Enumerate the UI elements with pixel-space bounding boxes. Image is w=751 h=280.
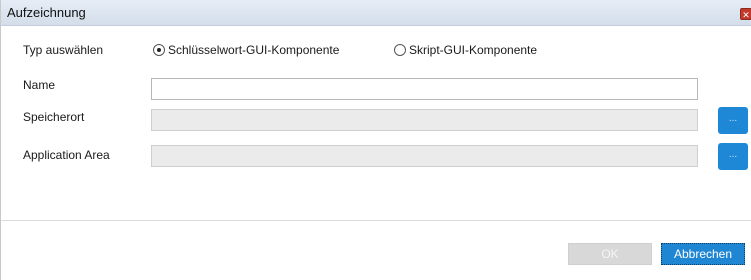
type-select-label: Typ auswählen (23, 43, 104, 57)
ok-button[interactable]: OK (568, 243, 652, 265)
radio-unchecked-icon[interactable] (394, 44, 406, 56)
name-label: Name (23, 78, 56, 92)
radio-keyword-gui-component[interactable]: Schlüsselwort-GUI-Komponente (153, 42, 339, 58)
title-bar: Aufzeichnung ✕ (1, 0, 751, 26)
radio-script-gui-component[interactable]: Skript-GUI-Komponente (394, 42, 537, 58)
window-title: Aufzeichnung (7, 5, 86, 20)
storage-browse-button[interactable]: ... (718, 107, 748, 134)
close-icon[interactable]: ✕ (740, 8, 751, 20)
storage-field (151, 109, 698, 131)
recording-dialog: Aufzeichnung ✕ Typ auswählen Schlüsselwo… (0, 0, 751, 280)
application-area-field (151, 145, 698, 167)
application-area-browse-button[interactable]: ... (718, 143, 748, 170)
radio-script-label: Skript-GUI-Komponente (409, 43, 538, 57)
name-input[interactable] (151, 78, 698, 100)
storage-label: Speicherort (23, 110, 85, 124)
cancel-button[interactable]: Abbrechen (661, 243, 745, 265)
radio-keyword-label: Schlüsselwort-GUI-Komponente (168, 43, 340, 57)
application-area-label: Application Area (23, 148, 110, 162)
radio-checked-icon[interactable] (153, 44, 165, 56)
footer-divider (1, 220, 751, 221)
